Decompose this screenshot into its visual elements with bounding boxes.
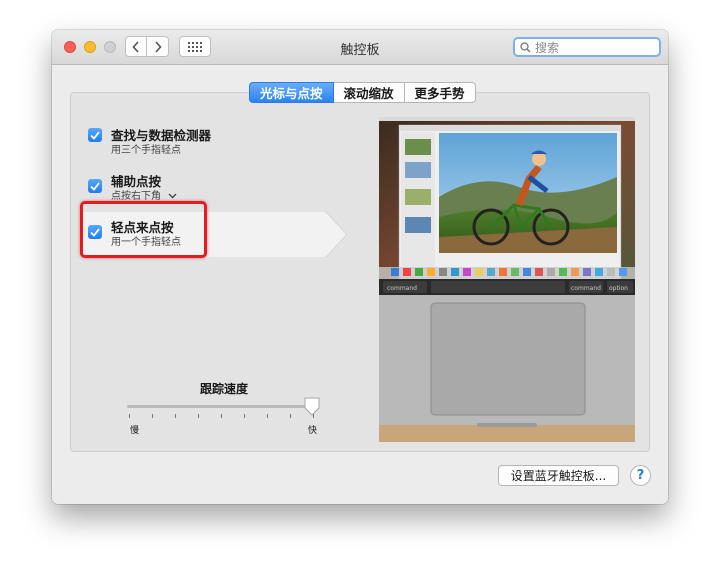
checkbox-secondary-click[interactable] bbox=[88, 179, 102, 193]
slider-tick bbox=[175, 414, 176, 418]
slider-thumb[interactable] bbox=[303, 397, 321, 417]
tab-point-click[interactable]: 光标与点按 bbox=[249, 82, 334, 103]
slider-tick bbox=[198, 414, 199, 418]
slider-tick bbox=[290, 414, 291, 418]
help-button[interactable]: ? bbox=[630, 465, 651, 486]
search-placeholder: 搜索 bbox=[535, 40, 560, 55]
checkmark-icon bbox=[90, 181, 100, 191]
slider-tick bbox=[267, 414, 268, 418]
tracking-speed-label: 跟踪速度 bbox=[200, 382, 249, 396]
preview-key-label: option bbox=[609, 285, 628, 292]
preferences-window: 触控板 搜索 查找与数据检测器 用三个手指轻点 辅助点按 点按右下角 轻点来点按… bbox=[52, 30, 668, 504]
search-icon bbox=[520, 41, 531, 52]
gesture-preview-video: command command option bbox=[379, 117, 635, 442]
preview-key-label: command bbox=[387, 285, 417, 292]
slider-tick bbox=[129, 414, 130, 418]
tab-bar: 光标与点按 滚动缩放 更多手势 bbox=[249, 82, 476, 103]
tracking-speed-slider[interactable] bbox=[127, 405, 314, 408]
tab-more-gestures[interactable]: 更多手势 bbox=[404, 82, 476, 103]
search-field[interactable]: 搜索 bbox=[513, 37, 661, 57]
chevron-down-icon bbox=[168, 193, 177, 199]
secondary-click-dropdown[interactable]: 点按右下角 bbox=[111, 187, 177, 202]
title-bar: 触控板 搜索 bbox=[52, 30, 668, 65]
slider-max-label: 快 bbox=[308, 426, 318, 436]
annotation-highlight-box bbox=[80, 201, 207, 258]
checkmark-icon bbox=[90, 130, 100, 140]
setup-bluetooth-trackpad-button[interactable]: 设置蓝牙触控板... bbox=[498, 465, 619, 486]
option-subtitle: 用三个手指轻点 bbox=[111, 145, 181, 156]
preview-key-label: command bbox=[571, 285, 601, 292]
slider-tick bbox=[244, 414, 245, 418]
slider-tick bbox=[221, 414, 222, 418]
slider-min-label: 慢 bbox=[130, 426, 140, 436]
tab-scroll-zoom[interactable]: 滚动缩放 bbox=[333, 82, 405, 103]
settings-pane: 查找与数据检测器 用三个手指轻点 辅助点按 点按右下角 轻点来点按 用一个手指轻… bbox=[70, 92, 650, 452]
checkbox-lookup[interactable] bbox=[88, 128, 102, 142]
slider-tick bbox=[152, 414, 153, 418]
